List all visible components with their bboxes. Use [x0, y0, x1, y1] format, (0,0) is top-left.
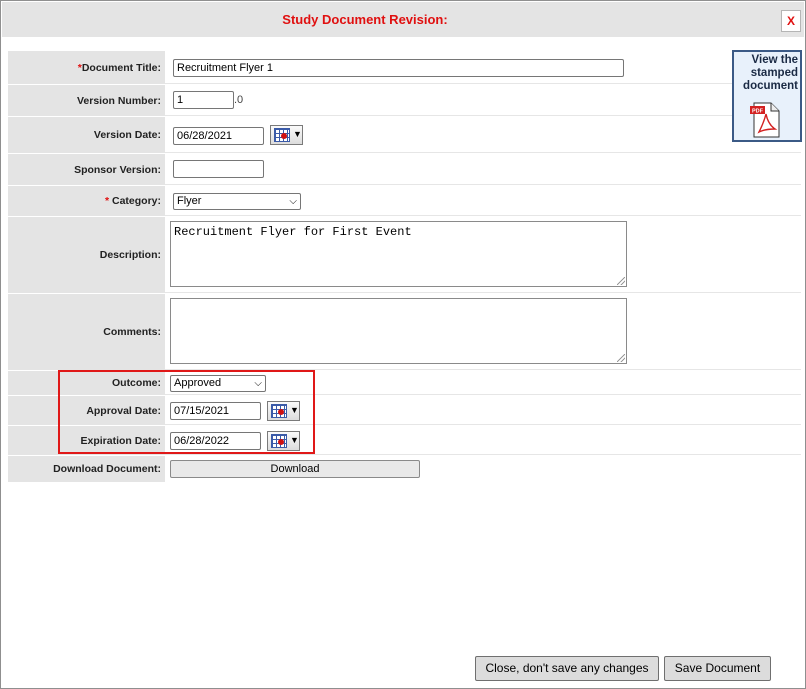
category-selected-value: Flyer — [177, 195, 202, 207]
sponsor-version-input[interactable] — [173, 160, 264, 178]
description-cell: Recruitment Flyer for First Event — [165, 217, 801, 293]
download-button[interactable]: Download — [170, 460, 420, 478]
sponsor-version-label: Sponsor Version: — [8, 154, 165, 185]
version-number-input[interactable]: 1 — [173, 91, 234, 109]
category-label: * Category: — [8, 186, 165, 216]
save-document-button[interactable]: Save Document — [664, 656, 771, 681]
close-without-saving-button[interactable]: Close, don't save any changes — [475, 656, 659, 681]
dropdown-arrow-icon: ▼ — [293, 129, 302, 139]
pdf-icon: PDF — [750, 102, 780, 138]
resize-grip-icon[interactable] — [617, 354, 625, 362]
version-date-label: Version Date: — [8, 117, 165, 153]
version-date-input[interactable]: 06/28/2021 — [173, 127, 264, 145]
highlight-box — [58, 370, 315, 454]
document-title-cell: Recruitment Flyer 1 — [165, 51, 801, 84]
document-title-input[interactable]: Recruitment Flyer 1 — [173, 59, 624, 77]
category-label-text: Category: — [111, 195, 161, 207]
sponsor-version-cell — [165, 154, 801, 185]
dialog-titlebar: Study Document Revision: X — [2, 2, 804, 37]
document-title-label: * Document Title: — [8, 51, 165, 84]
view-stamped-document-button[interactable]: View the stamped document PDF — [732, 50, 802, 142]
version-number-cell: 1 .0 — [165, 85, 801, 116]
document-title-label-text: Document Title: — [81, 61, 161, 74]
description-label: Description: — [8, 217, 165, 293]
dialog-title: Study Document Revision: — [282, 12, 448, 27]
version-date-cell: 06/28/2021 ▼ — [165, 117, 801, 153]
comments-textarea[interactable] — [170, 298, 627, 364]
stamped-document-label: View the stamped document — [743, 54, 798, 92]
version-number-suffix: .0 — [234, 94, 244, 106]
chevron-down-icon: ⌵ — [289, 196, 297, 207]
category-cell: Flyer ⌵ — [165, 186, 801, 216]
version-number-label: Version Number: — [8, 85, 165, 116]
description-textarea[interactable]: Recruitment Flyer for First Event — [170, 221, 627, 287]
description-text: Recruitment Flyer for First Event — [174, 225, 412, 239]
comments-cell — [165, 294, 801, 370]
resize-grip-icon[interactable] — [617, 277, 625, 285]
comments-label: Comments: — [8, 294, 165, 370]
svg-text:PDF: PDF — [752, 109, 764, 115]
study-document-revision-dialog: Study Document Revision: X * Document Tit… — [0, 0, 806, 689]
required-mark: * — [104, 195, 110, 207]
close-button[interactable]: X — [781, 10, 801, 32]
version-date-calendar-button[interactable]: ▼ — [270, 125, 303, 145]
download-document-label: Download Document: — [8, 456, 165, 482]
category-select[interactable]: Flyer ⌵ — [173, 193, 301, 210]
